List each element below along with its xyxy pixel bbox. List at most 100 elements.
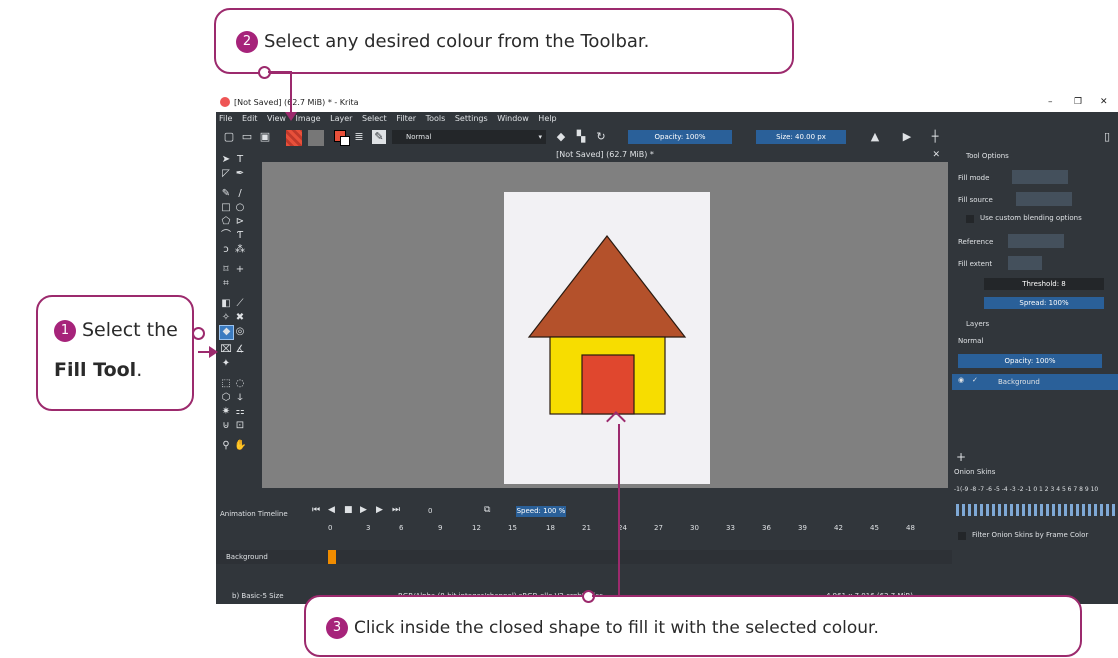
size-slider[interactable]: Size: 40.00 px [756, 130, 846, 144]
text-tool-icon[interactable]: T [234, 154, 246, 166]
color-picker-tool-icon[interactable]: ⟋ [234, 298, 246, 310]
menu-filter[interactable]: Filter [396, 114, 416, 123]
calligraphy-tool-icon[interactable]: ✒ [234, 168, 246, 180]
fill-extent-buttons[interactable] [1008, 256, 1042, 270]
close-window-button[interactable]: ✕ [1100, 97, 1108, 107]
reload-preset-icon[interactable]: ↻ [594, 130, 608, 144]
house-drawing[interactable] [504, 192, 710, 484]
add-layer-icon[interactable]: + [956, 450, 966, 464]
zoom-tool-icon[interactable]: ⚲ [220, 440, 232, 452]
ellipse-select-tool-icon[interactable]: ◌ [234, 378, 246, 390]
multibrush-tool-icon[interactable]: ⁂ [234, 244, 246, 256]
magnetic-select-tool-icon[interactable]: ⊡ [234, 420, 246, 432]
mirror-vertical-icon[interactable]: ▶ [900, 130, 914, 144]
prev-frame-icon[interactable]: ◀ [328, 505, 335, 515]
layer-row-background[interactable]: ◉ ✓ Background [952, 374, 1118, 390]
move-tool-icon[interactable]: + [234, 264, 246, 276]
save-document-icon[interactable]: ▣ [258, 130, 272, 144]
fill-source-buttons[interactable] [1016, 192, 1072, 206]
layers-header: Layers [966, 320, 990, 328]
menu-edit[interactable]: Edit [242, 114, 258, 123]
rect-select-tool-icon[interactable]: ⬚ [220, 378, 232, 390]
open-document-icon[interactable]: ▭ [240, 130, 254, 144]
document-tab[interactable]: [Not Saved] (62.7 MiB) * ✕ [262, 148, 948, 162]
assistant-tool-icon[interactable]: ⌧ [220, 344, 232, 356]
menu-settings[interactable]: Settings [455, 114, 488, 123]
crop-tool-icon[interactable]: ⌗ [220, 278, 232, 290]
last-frame-icon[interactable]: ⏭ [392, 505, 400, 515]
workspace-icon[interactable]: ≣ [352, 130, 366, 144]
wrap-around-icon[interactable]: ┼ [928, 130, 942, 144]
bezier-select-tool-icon[interactable]: ⊍ [220, 420, 232, 432]
polyline-tool-icon[interactable]: ⊳ [234, 216, 246, 228]
play-icon[interactable]: ▶ [360, 505, 367, 515]
measure-tool-icon[interactable]: ∡ [234, 344, 246, 356]
pattern-swatch[interactable] [308, 130, 324, 146]
current-frame-marker[interactable] [328, 550, 336, 564]
contiguous-select-tool-icon[interactable]: ✷ [220, 406, 232, 418]
bezier-tool-icon[interactable]: ⌒ [220, 230, 232, 242]
foreground-color-swatch[interactable] [286, 130, 302, 146]
menu-image[interactable]: Image [296, 114, 321, 123]
next-frame-icon[interactable]: ▶ [376, 505, 383, 515]
checkmark-icon[interactable]: ✓ [972, 376, 978, 384]
reference-images-tool-icon[interactable]: ✦ [220, 358, 232, 370]
edit-shapes-tool-icon[interactable]: ◸ [220, 168, 232, 180]
menu-help[interactable]: Help [538, 114, 556, 123]
ellipse-tool-icon[interactable]: ○ [234, 202, 246, 214]
new-document-icon[interactable]: ▢ [222, 130, 236, 144]
smart-patch-tool-icon[interactable]: ✧ [220, 312, 232, 324]
freehand-path-tool-icon[interactable]: Ƭ [234, 230, 246, 242]
panel-toggle-icon[interactable]: ▯ [1100, 130, 1114, 144]
menu-layer[interactable]: Layer [330, 114, 352, 123]
layers-blend-mode[interactable]: Normal [958, 337, 983, 345]
select-shapes-tool-icon[interactable]: ➤ [220, 154, 232, 166]
menu-select[interactable]: Select [362, 114, 387, 123]
brush-preset-status: b) Basic-5 Size [232, 592, 284, 600]
frame-number[interactable]: 0 [428, 507, 432, 515]
opacity-slider[interactable]: Opacity: 100% [628, 130, 732, 144]
line-tool-icon[interactable]: / [234, 188, 246, 200]
rectangle-tool-icon[interactable]: □ [220, 202, 232, 214]
speed-slider[interactable]: Speed: 100 % [516, 506, 566, 517]
timeline-layer-row[interactable]: Background [216, 550, 952, 564]
onion-filter-checkbox[interactable] [958, 532, 966, 540]
transform-tool-icon[interactable]: ⌑ [220, 264, 232, 276]
eye-icon[interactable]: ◉ [958, 376, 964, 384]
gradient-tool-icon[interactable]: ◧ [220, 298, 232, 310]
onion-skins-header: Onion Skins [954, 468, 996, 476]
freehand-select-tool-icon[interactable]: ↆ [234, 392, 246, 404]
first-frame-icon[interactable]: ⏮ [312, 505, 320, 515]
menu-file[interactable]: File [219, 114, 232, 123]
threshold-slider[interactable]: Threshold: 8 [984, 278, 1104, 290]
fill-tool-icon[interactable]: ◆ [219, 325, 234, 340]
close-document-icon[interactable]: ✕ [932, 148, 940, 162]
menu-window[interactable]: Window [497, 114, 529, 123]
reference-buttons[interactable] [1008, 234, 1064, 248]
preserve-alpha-icon[interactable]: ▚ [574, 130, 588, 144]
maximize-button[interactable]: ❐ [1074, 97, 1082, 107]
dynamic-brush-tool-icon[interactable]: ↄ [220, 244, 232, 256]
drop-frames-icon[interactable]: ⧉ [484, 505, 490, 515]
polygon-tool-icon[interactable]: ⬠ [220, 216, 232, 228]
fill-mode-buttons[interactable] [1012, 170, 1068, 184]
brush-preset-icon[interactable]: ✎ [372, 130, 386, 144]
freehand-brush-tool-icon[interactable]: ✎ [220, 188, 232, 200]
mirror-horizontal-icon[interactable]: ▲ [868, 130, 882, 144]
custom-blending-checkbox[interactable] [966, 215, 974, 223]
enclose-fill-tool-icon[interactable]: ◎ [234, 326, 246, 338]
canvas-paper[interactable] [504, 192, 710, 484]
minimize-button[interactable]: – [1048, 97, 1053, 107]
spread-slider[interactable]: Spread: 100% [984, 297, 1104, 309]
onion-opacity-bars[interactable] [956, 504, 1116, 516]
blend-mode-dropdown[interactable]: Normal ▾ [392, 130, 546, 144]
similar-select-tool-icon[interactable]: ⚏ [234, 406, 246, 418]
menu-view[interactable]: View [267, 114, 286, 123]
pan-tool-icon[interactable]: ✋ [234, 440, 246, 452]
polygon-select-tool-icon[interactable]: ⬡ [220, 392, 232, 404]
eraser-icon[interactable]: ◆ [554, 130, 568, 144]
stop-icon[interactable]: ■ [344, 505, 353, 515]
layer-opacity-slider[interactable]: Opacity: 100% [958, 354, 1102, 368]
menu-tools[interactable]: Tools [426, 114, 446, 123]
colorize-mask-tool-icon[interactable]: ✖ [234, 312, 246, 324]
